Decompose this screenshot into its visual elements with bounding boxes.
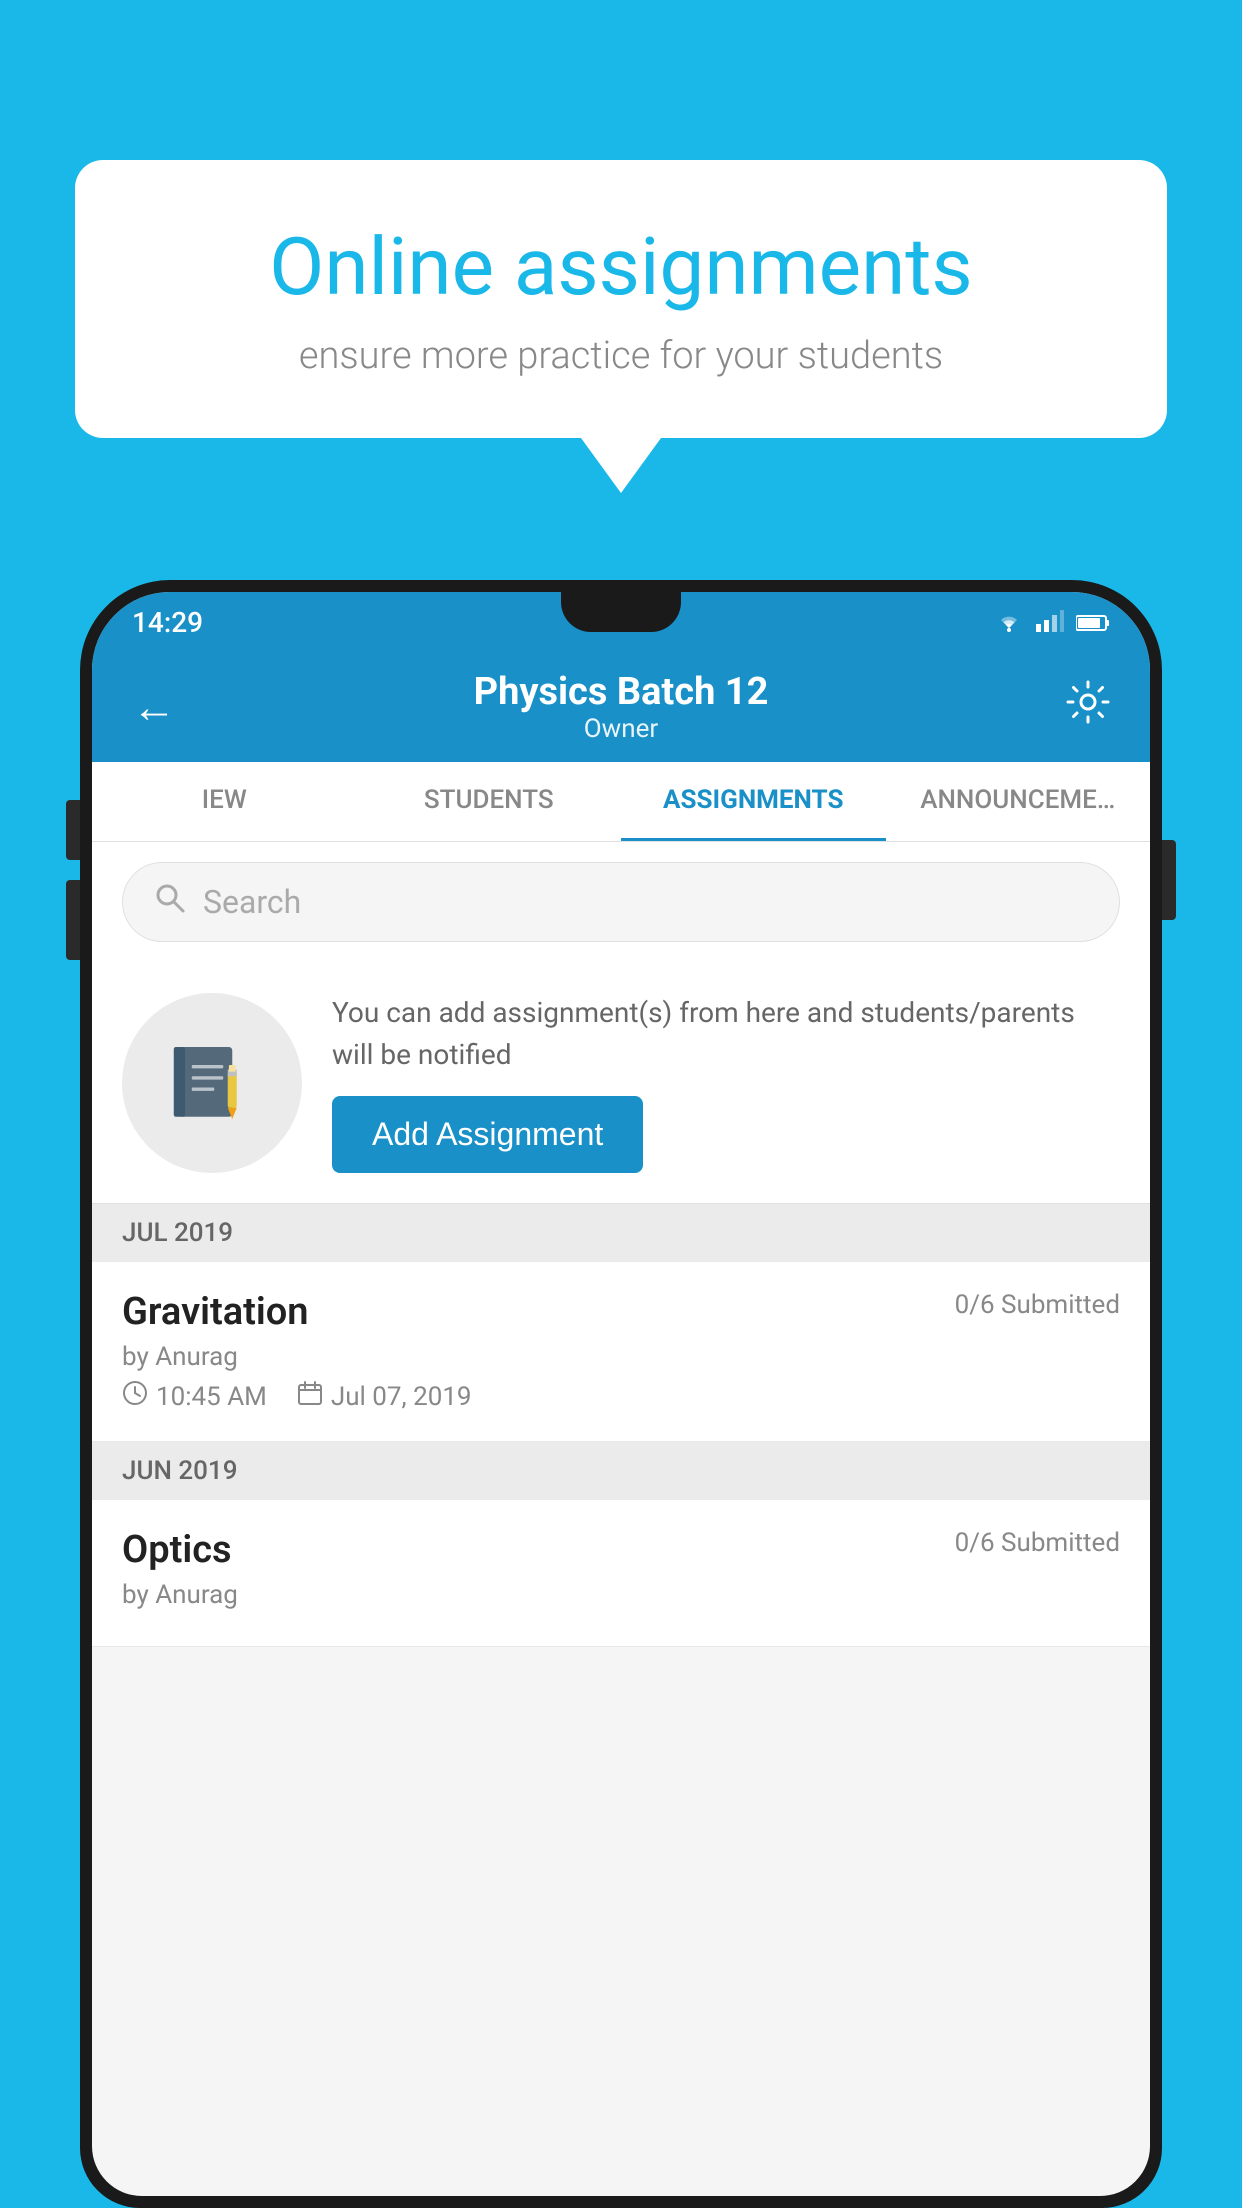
phone-frame: 14:29 bbox=[80, 580, 1162, 2208]
search-placeholder: Search bbox=[203, 883, 301, 921]
volume-up-button bbox=[66, 800, 80, 860]
add-assignment-description: You can add assignment(s) from here and … bbox=[332, 992, 1120, 1076]
search-icon bbox=[153, 881, 187, 924]
assignment-submitted: 0/6 Submitted bbox=[955, 1290, 1120, 1320]
app-header: ← Physics Batch 12 Owner bbox=[92, 652, 1150, 762]
tab-iew[interactable]: IEW bbox=[92, 762, 357, 841]
assignment-author-optics: by Anurag bbox=[122, 1580, 1120, 1610]
add-assignment-right: You can add assignment(s) from here and … bbox=[332, 992, 1120, 1173]
assignment-item-top-optics: Optics 0/6 Submitted bbox=[122, 1528, 1120, 1572]
speech-bubble-container: Online assignments ensure more practice … bbox=[75, 160, 1167, 493]
signal-icon bbox=[1036, 606, 1064, 639]
assignment-item-gravitation[interactable]: Gravitation 0/6 Submitted by Anurag 10:4… bbox=[92, 1262, 1150, 1442]
notebook-icon-container bbox=[122, 993, 302, 1173]
status-time: 14:29 bbox=[132, 606, 203, 639]
assignment-date: Jul 07, 2019 bbox=[331, 1382, 472, 1412]
phone-screen: 14:29 bbox=[92, 592, 1150, 2196]
volume-down-button bbox=[66, 880, 80, 960]
assignment-name: Gravitation bbox=[122, 1290, 309, 1334]
tab-announcements[interactable]: ANNOUNCEME… bbox=[886, 762, 1151, 841]
header-title-block: Physics Batch 12 Owner bbox=[474, 670, 769, 744]
wifi-icon bbox=[994, 606, 1024, 639]
assignment-author: by Anurag bbox=[122, 1342, 1120, 1372]
assignment-date-item: Jul 07, 2019 bbox=[297, 1380, 472, 1413]
notebook-icon bbox=[167, 1038, 257, 1128]
tab-assignments[interactable]: ASSIGNMENTS bbox=[621, 762, 886, 841]
tab-students[interactable]: STUDENTS bbox=[357, 762, 622, 841]
back-button[interactable]: ← bbox=[132, 681, 176, 733]
calendar-icon bbox=[297, 1380, 323, 1413]
assignment-details: 10:45 AM Jul 07, 2019 bbox=[122, 1380, 1120, 1413]
add-assignment-section: You can add assignment(s) from here and … bbox=[92, 962, 1150, 1204]
header-title: Physics Batch 12 bbox=[474, 670, 769, 714]
header-subtitle: Owner bbox=[474, 714, 769, 744]
assignment-item-optics[interactable]: Optics 0/6 Submitted by Anurag bbox=[92, 1500, 1150, 1647]
speech-bubble: Online assignments ensure more practice … bbox=[75, 160, 1167, 438]
add-assignment-button[interactable]: Add Assignment bbox=[332, 1096, 643, 1173]
section-header-jun: JUN 2019 bbox=[92, 1442, 1150, 1500]
settings-icon[interactable] bbox=[1066, 680, 1110, 735]
section-header-jul: JUL 2019 bbox=[92, 1204, 1150, 1262]
speech-bubble-arrow bbox=[581, 438, 661, 493]
tabs-bar: IEW STUDENTS ASSIGNMENTS ANNOUNCEME… bbox=[92, 762, 1150, 842]
status-bar: 14:29 bbox=[92, 592, 1150, 652]
notch bbox=[561, 592, 681, 632]
assignment-time-item: 10:45 AM bbox=[122, 1380, 267, 1413]
battery-icon bbox=[1076, 606, 1110, 639]
power-button bbox=[1162, 840, 1176, 920]
assignment-name-optics: Optics bbox=[122, 1528, 232, 1572]
status-icons bbox=[994, 606, 1110, 639]
assignment-item-top: Gravitation 0/6 Submitted bbox=[122, 1290, 1120, 1334]
clock-icon bbox=[122, 1380, 148, 1413]
assignment-time: 10:45 AM bbox=[156, 1382, 267, 1412]
search-input[interactable]: Search bbox=[122, 862, 1120, 942]
assignment-submitted-optics: 0/6 Submitted bbox=[955, 1528, 1120, 1558]
speech-bubble-title: Online assignments bbox=[145, 220, 1097, 314]
speech-bubble-subtitle: ensure more practice for your students bbox=[145, 334, 1097, 378]
search-container: Search bbox=[92, 842, 1150, 962]
